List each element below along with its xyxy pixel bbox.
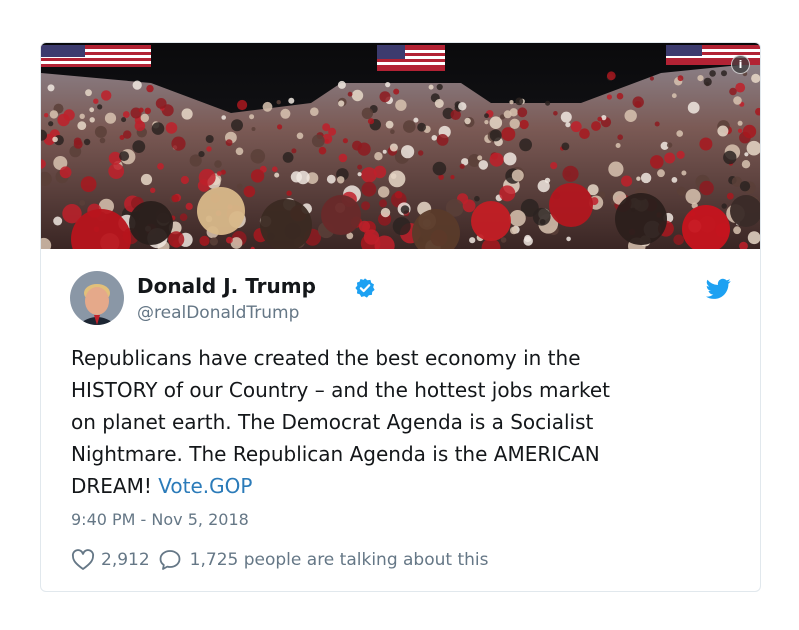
user-handle[interactable]: @realDonaldTrump	[137, 303, 299, 323]
tweet-text-line-last: DREAM! Vote.GOP	[71, 470, 731, 502]
tweet-text-line: DREAM!	[71, 474, 152, 498]
talking-count[interactable]: 1,725 people are talking about this	[190, 550, 489, 570]
flag-left	[41, 45, 151, 67]
heart-icon[interactable]	[71, 548, 95, 572]
tweet-media-image[interactable]: i	[41, 43, 760, 249]
tweet-text: Republicans have created the best econom…	[71, 342, 731, 502]
tweet-text-line: Nightmare. The Republican Agenda is the …	[71, 442, 600, 466]
tweet-card[interactable]: i Donald J. Trump @realDonaldTrump Repub…	[40, 42, 761, 592]
twitter-bird-icon[interactable]	[706, 278, 731, 300]
like-count[interactable]: 2,912	[101, 550, 150, 570]
tweet-timestamp[interactable]: 9:40 PM - Nov 5, 2018	[71, 510, 249, 529]
verified-badge-icon	[355, 278, 375, 298]
display-name[interactable]: Donald J. Trump	[137, 274, 316, 298]
avatar[interactable]	[70, 271, 124, 325]
tweet-text-line: on planet earth. The Democrat Agenda is …	[71, 410, 594, 434]
flag-center	[377, 45, 445, 71]
tweet-actions: 2,912 1,725 people are talking about thi…	[71, 548, 488, 572]
info-icon[interactable]: i	[731, 55, 750, 74]
tweet-header: Donald J. Trump @realDonaldTrump	[41, 249, 760, 329]
vote-gop-link[interactable]: Vote.GOP	[158, 474, 252, 498]
tweet-text-line: Republicans have created the best econom…	[71, 346, 581, 370]
tweet-text-line: HISTORY of our Country – and the hottest…	[71, 378, 611, 402]
speech-bubble-icon[interactable]	[158, 548, 182, 572]
